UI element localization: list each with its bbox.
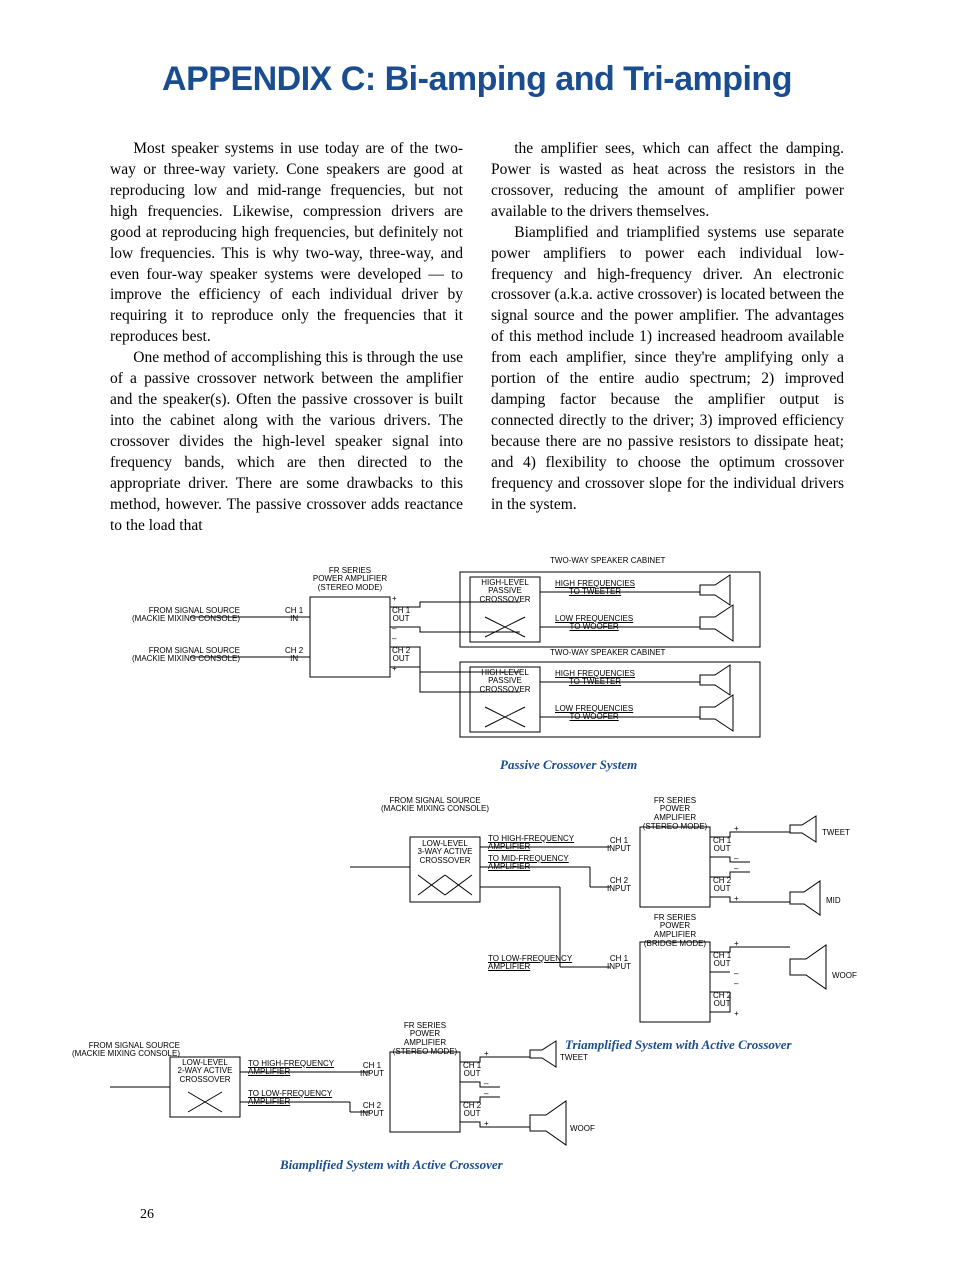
- appendix-title: APPENDIX C: Bi-amping and Tri-amping: [110, 60, 844, 99]
- label-woof-tri: WOOF: [832, 972, 857, 981]
- label-ch2-in: CH 2 IN: [285, 647, 303, 665]
- label-two-way-cab-1: TWO-WAY SPEAKER CABINET: [550, 557, 665, 566]
- label-passive-xover-2: HIGH-LEVEL PASSIVE CROSSOVER: [472, 669, 538, 695]
- label-tweet-tri: TWEET: [822, 829, 850, 838]
- label-hi-tweet-1: HIGH FREQUENCIES TO TWEETER: [555, 580, 635, 598]
- label-ch2-out-t1: CH 2 OUT: [713, 877, 731, 895]
- diagram-triamp: [110, 797, 850, 1027]
- label-ch2-input-bi: CH 2 INPUT: [360, 1102, 384, 1120]
- para-3: the amplifier sees, which can affect the…: [491, 139, 844, 223]
- label-ch1-input-t2: CH 1 INPUT: [607, 955, 631, 973]
- label-ch2-out-t2: CH 2 OUT: [713, 992, 731, 1010]
- caption-passive: Passive Crossover System: [500, 757, 637, 773]
- label-to-hi-amp-bi: TO HIGH-FREQUENCY AMPLIFIER: [248, 1060, 334, 1078]
- label-woof-bi: WOOF: [570, 1125, 595, 1134]
- label-fr-amp-tri2: FR SERIES POWER AMPLIFIER (BRIDGE MODE): [640, 914, 710, 949]
- label-ch1-input-bi: CH 1 INPUT: [360, 1062, 384, 1080]
- label-to-mid-amp: TO MID-FREQUENCY AMPLIFIER: [488, 855, 569, 873]
- diagram-area: TWO-WAY SPEAKER CABINET FR SERIES POWER …: [110, 557, 844, 1197]
- label-2way-xover: LOW-LEVEL 2-WAY ACTIVE CROSSOVER: [172, 1059, 238, 1085]
- label-fr-amp-bi: FR SERIES POWER AMPLIFIER (STEREO MODE): [390, 1022, 460, 1057]
- label-source-1: FROM SIGNAL SOURCE (MACKIE MIXING CONSOL…: [110, 607, 240, 625]
- column-left: Most speaker systems in use today are of…: [110, 139, 463, 537]
- label-fr-amp-tri1: FR SERIES POWER AMPLIFIER (STEREO MODE): [640, 797, 710, 832]
- label-to-hi-amp: TO HIGH-FREQUENCY AMPLIFIER: [488, 835, 574, 853]
- label-ch2-input-t1: CH 2 INPUT: [607, 877, 631, 895]
- label-source-bi: FROM SIGNAL SOURCE (MACKIE MIXING CONSOL…: [50, 1042, 180, 1060]
- label-fr-amp-1: FR SERIES POWER AMPLIFIER (STEREO MODE): [310, 567, 390, 593]
- label-hi-tweet-2: HIGH FREQUENCIES TO TWEETER: [555, 670, 635, 688]
- label-source-2: FROM SIGNAL SOURCE (MACKIE MIXING CONSOL…: [110, 647, 240, 665]
- label-ch1-out-bi: CH 1 OUT: [463, 1062, 481, 1080]
- label-ch1-in: CH 1 IN: [285, 607, 303, 625]
- label-ch1-out-t2: CH 1 OUT: [713, 952, 731, 970]
- caption-triamp: Triamplified System with Active Crossove…: [565, 1037, 792, 1053]
- label-to-lo-amp-tri: TO LOW-FREQUENCY AMPLIFIER: [488, 955, 572, 973]
- label-ch2-out-bi: CH 2 OUT: [463, 1102, 481, 1120]
- label-ch1-out-t1: CH 1 OUT: [713, 837, 731, 855]
- label-source-tri: FROM SIGNAL SOURCE (MACKIE MIXING CONSOL…: [370, 797, 500, 815]
- label-to-lo-amp-bi: TO LOW-FREQUENCY AMPLIFIER: [248, 1090, 332, 1108]
- para-2: One method of accomplishing this is thro…: [110, 348, 463, 536]
- label-tweet-bi: TWEET: [560, 1054, 588, 1063]
- label-ch1-input-t1: CH 1 INPUT: [607, 837, 631, 855]
- label-mid-tri: MID: [826, 897, 841, 906]
- label-two-way-cab-2: TWO-WAY SPEAKER CABINET: [550, 649, 665, 658]
- caption-biamp: Biamplified System with Active Crossover: [280, 1157, 503, 1173]
- body-columns: Most speaker systems in use today are of…: [110, 139, 844, 537]
- label-lo-woof-1: LOW FREQUENCIES TO WOOFER: [555, 615, 633, 633]
- column-right: the amplifier sees, which can affect the…: [491, 139, 844, 537]
- para-1: Most speaker systems in use today are of…: [110, 139, 463, 348]
- label-ch1-out: CH 1 OUT: [392, 607, 410, 625]
- para-4: Biamplified and triamplified systems use…: [491, 223, 844, 516]
- label-ch2-out: CH 2 OUT: [392, 647, 410, 665]
- label-3way-xover: LOW-LEVEL 3-WAY ACTIVE CROSSOVER: [412, 840, 478, 866]
- label-passive-xover-1: HIGH-LEVEL PASSIVE CROSSOVER: [472, 579, 538, 605]
- label-lo-woof-2: LOW FREQUENCIES TO WOOFER: [555, 705, 633, 723]
- page-number: 26: [140, 1207, 844, 1223]
